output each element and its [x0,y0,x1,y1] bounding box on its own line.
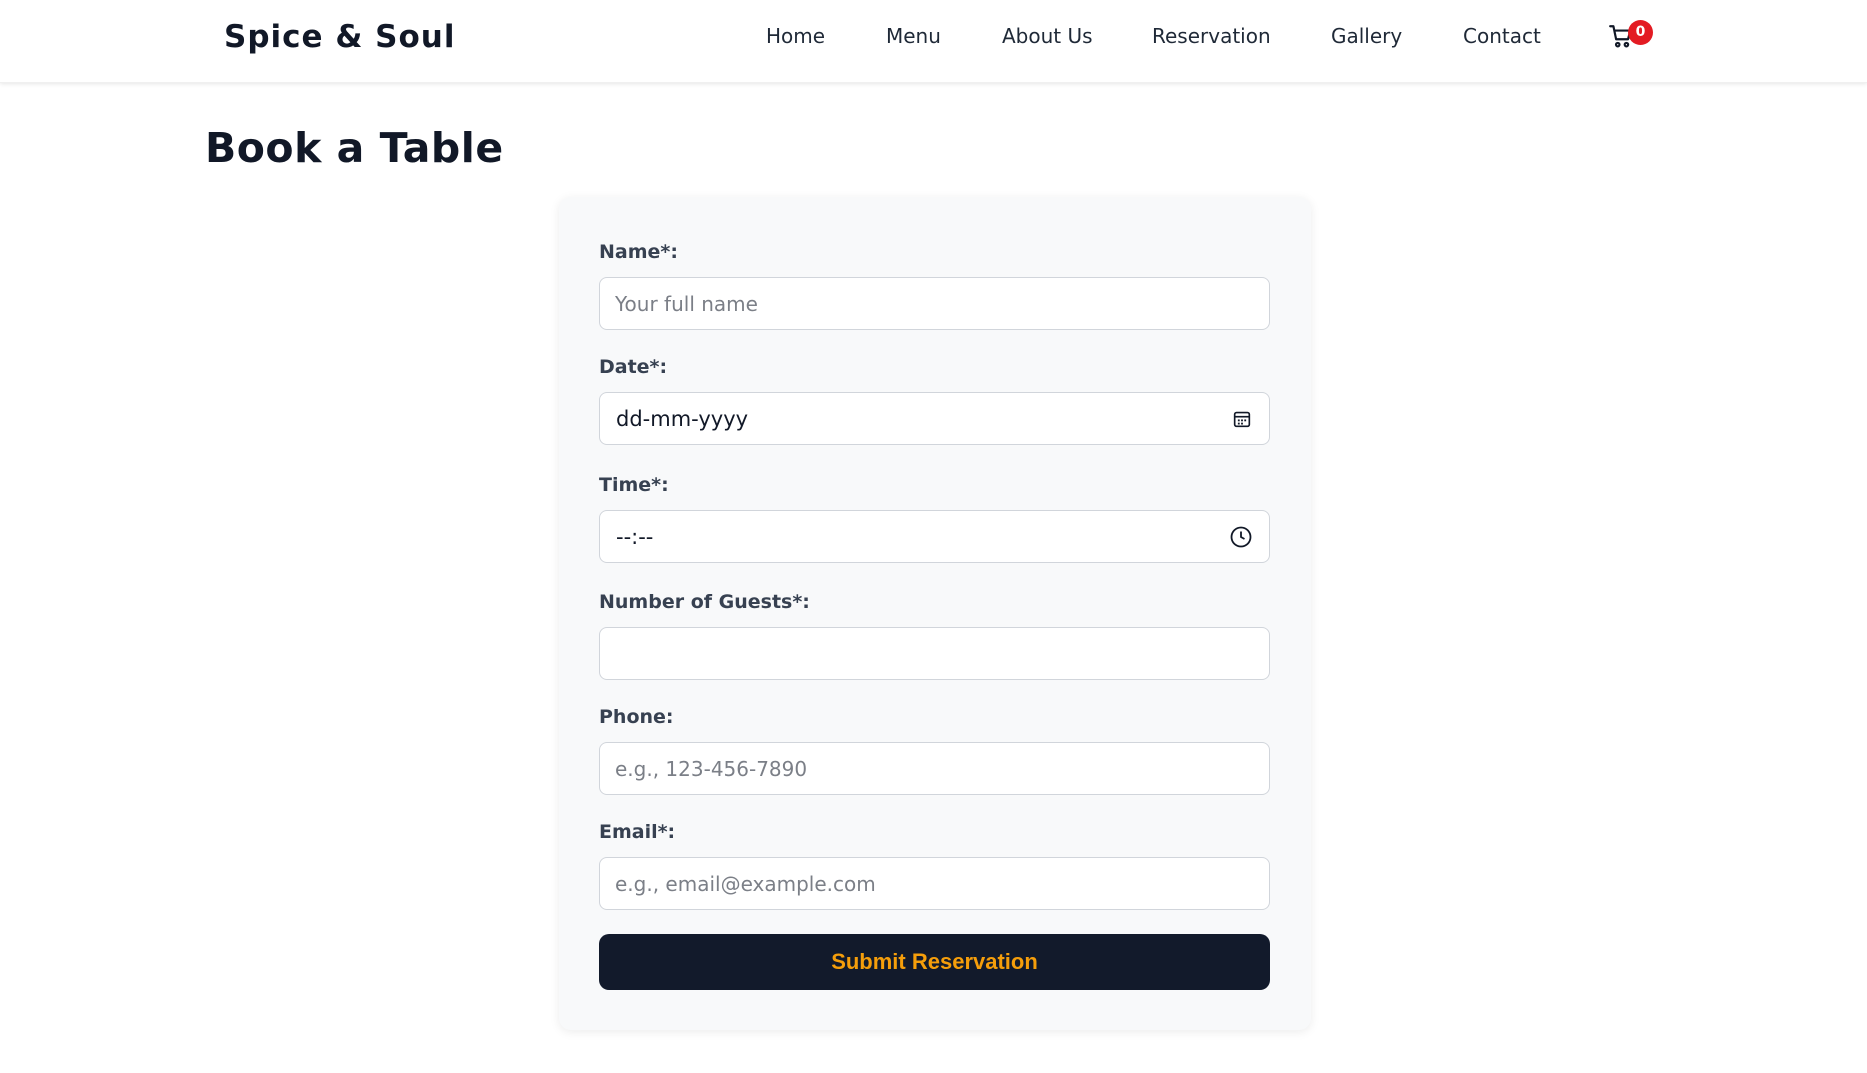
time-label: Time*: [599,474,669,496]
cart-button[interactable]: 0 [1607,20,1653,54]
guests-input[interactable] [599,627,1270,680]
site-header: Spice & Soul Home Menu About Us Reservat… [0,0,1867,83]
nav-gallery[interactable]: Gallery [1331,22,1402,50]
time-input[interactable]: --:-- [599,510,1270,563]
main-nav: Home Menu About Us Reservation Gallery C… [0,22,1867,52]
phone-label: Phone: [599,706,674,728]
name-input[interactable] [599,277,1270,330]
nav-reservation[interactable]: Reservation [1152,22,1271,50]
guests-label: Number of Guests*: [599,591,810,613]
nav-menu[interactable]: Menu [886,22,941,50]
cart-count-badge: 0 [1628,20,1653,45]
phone-input[interactable] [599,742,1270,795]
nav-about-us[interactable]: About Us [1002,22,1093,50]
date-input[interactable]: dd-mm-yyyy [599,392,1270,445]
name-label: Name*: [599,241,678,263]
email-label: Email*: [599,821,676,843]
nav-contact[interactable]: Contact [1463,22,1541,50]
submit-reservation-button[interactable]: Submit Reservation [599,934,1270,990]
clock-icon[interactable] [1229,525,1253,549]
email-input[interactable] [599,857,1270,910]
page-title: Book a Table [205,124,504,172]
calendar-icon[interactable] [1231,408,1253,430]
date-label: Date*: [599,356,668,378]
nav-home[interactable]: Home [766,22,825,50]
reservation-form: Name*: Date*: dd-mm-yyyy Time*: --:-- Nu… [559,197,1311,1030]
date-value: dd-mm-yyyy [616,407,749,431]
time-value: --:-- [616,525,654,549]
